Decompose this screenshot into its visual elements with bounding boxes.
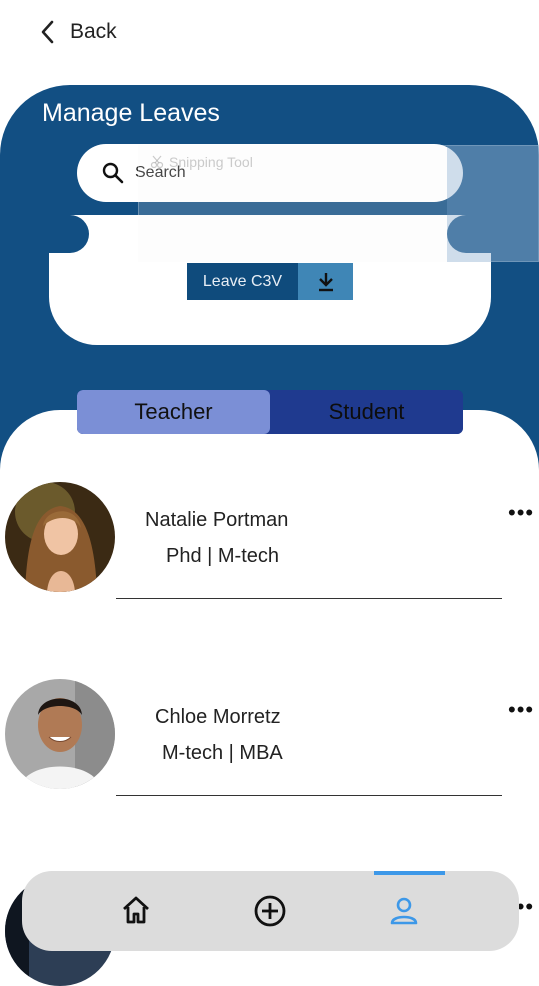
tab-teacher[interactable]: Teacher — [77, 390, 270, 434]
profile-icon[interactable] — [388, 895, 420, 927]
download-button[interactable] — [298, 263, 353, 300]
more-options-button[interactable]: ••• — [508, 500, 534, 526]
row-divider — [116, 795, 502, 796]
more-options-button[interactable]: ••• — [508, 697, 534, 723]
snipping-tool-panel — [447, 145, 539, 262]
scissors-icon — [150, 155, 164, 169]
person-degree: M-tech | MBA — [162, 742, 283, 764]
avatar — [5, 482, 115, 592]
page-title: Manage Leaves — [42, 99, 220, 127]
person-name: Chloe Morretz — [155, 706, 281, 728]
card-notch-left — [49, 215, 89, 253]
back-button[interactable]: Back — [38, 16, 117, 48]
avatar — [5, 679, 115, 789]
add-circle-icon[interactable] — [253, 894, 287, 928]
leave-button-label: Leave C3V — [187, 263, 298, 300]
download-icon — [318, 272, 333, 291]
back-label: Back — [70, 20, 117, 43]
search-icon — [102, 162, 124, 184]
person-degree: Phd | M-tech — [166, 545, 280, 567]
tab-student[interactable]: Student — [270, 390, 463, 434]
person-name: Natalie Portman — [145, 509, 289, 531]
leave-c3v-button[interactable]: Leave C3V — [187, 263, 353, 300]
snipping-tool-label: Snipping Tool — [150, 154, 253, 170]
chevron-left-icon — [41, 20, 54, 44]
role-tabs: Teacher Student — [77, 390, 463, 434]
row-divider — [116, 598, 502, 599]
home-icon[interactable] — [120, 894, 152, 926]
nav-active-indicator — [374, 871, 445, 875]
